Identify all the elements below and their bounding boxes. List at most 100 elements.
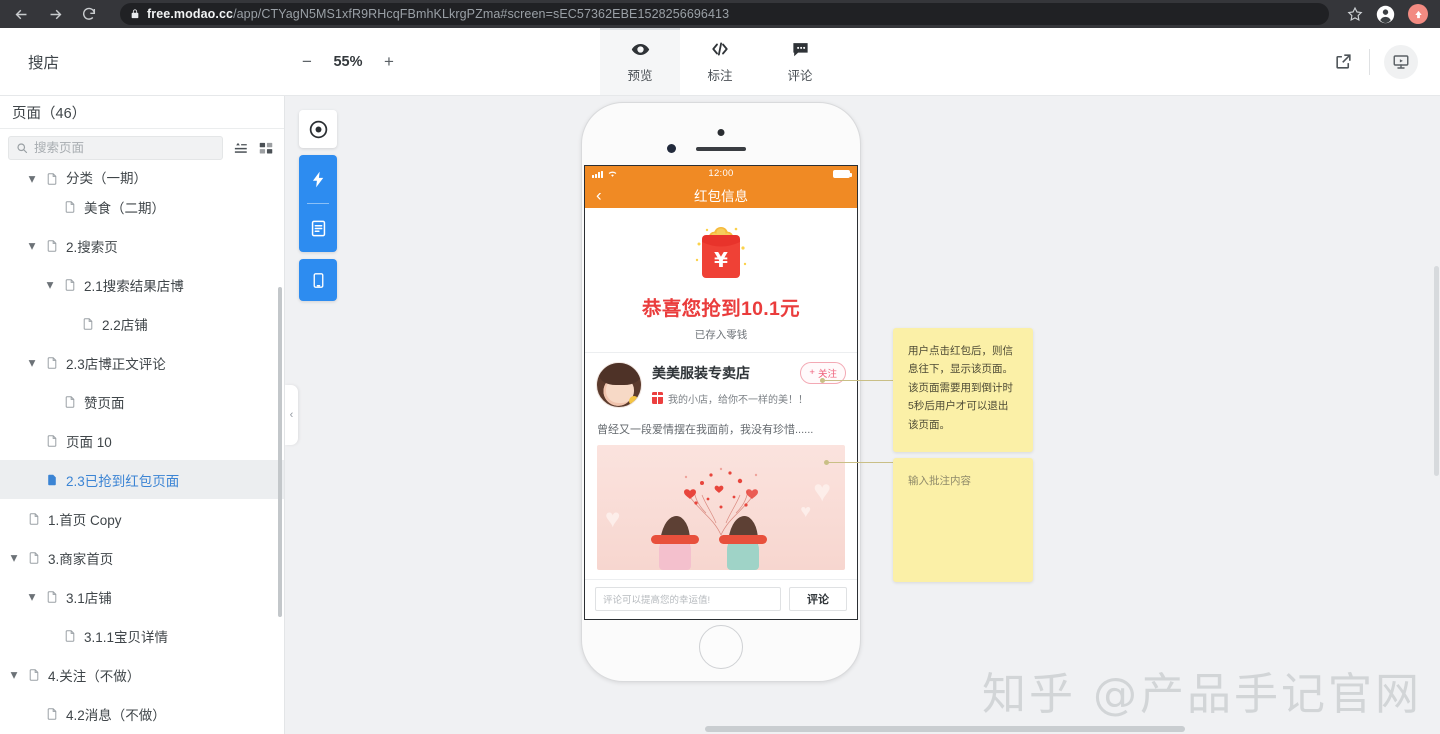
tab-comment[interactable]: 评论 [760, 28, 840, 95]
tree-item[interactable]: ▾2.2店铺 [0, 304, 284, 343]
tree-item[interactable]: ▾ 3.1店铺 [0, 577, 284, 616]
tab-preview[interactable]: 预览 [600, 28, 680, 95]
code-icon [710, 40, 730, 59]
caret-expanded-icon[interactable]: ▾ [26, 238, 38, 254]
zoom-out-button[interactable]: − [299, 52, 315, 72]
hotspot-target-tool[interactable] [299, 110, 337, 148]
device-frame-tool[interactable] [299, 259, 337, 301]
figure-right [719, 516, 767, 570]
canvas-horizontal-scrollbar[interactable] [705, 726, 1185, 732]
prototype-canvas: ‹ 12:00 ‹ 红包信息 ¥ 恭喜您抢到10.1元 已存入零钱 美美服装专卖… [285, 96, 1440, 734]
doc-icon [63, 394, 77, 410]
caret-expanded-icon[interactable]: ▾ [44, 277, 56, 293]
caret-expanded-icon[interactable]: ▾ [8, 550, 20, 566]
app-navbar: ‹ 红包信息 [585, 181, 857, 208]
status-time: 12:00 [708, 168, 734, 180]
external-link-icon[interactable] [1318, 52, 1369, 71]
comment-submit-button[interactable]: 评论 [789, 587, 847, 611]
interaction-note-tools [299, 155, 337, 252]
doc-icon [45, 706, 59, 722]
annotation-tool[interactable] [299, 204, 337, 252]
tree-item[interactable]: ▾页面 10 [0, 421, 284, 460]
tree-item[interactable]: ▾ 2.1搜索结果店博 [0, 265, 284, 304]
reload-button[interactable] [78, 3, 100, 25]
gift-icon [652, 392, 663, 405]
app-screen: 12:00 ‹ 红包信息 ¥ 恭喜您抢到10.1元 已存入零钱 美美服装专卖店 … [584, 165, 858, 620]
sidebar-scrollbar[interactable] [278, 287, 282, 617]
tree-item-label: 美食（二期） [84, 200, 165, 216]
tree-item[interactable]: ▾美食（二期） [0, 187, 284, 226]
doc-icon [45, 589, 59, 605]
caret-expanded-icon[interactable]: ▾ [26, 355, 38, 371]
grid-view-icon[interactable] [258, 141, 274, 156]
app-back-icon[interactable]: ‹ [596, 186, 602, 203]
post-text: 曾经又一段爱情摆在我面前，我没有珍惜...... [597, 423, 814, 436]
search-input-wrapper[interactable] [8, 136, 223, 160]
extension-badge-icon[interactable] [1408, 4, 1428, 24]
tree-item[interactable]: ▾ 3.商家首页 [0, 538, 284, 577]
annotation-note-2[interactable]: 输入批注内容 [893, 458, 1033, 582]
pages-sidebar: 页面（46） ▾分类（一期）▾美食（二期）▾2.搜索页▾2.1搜索结果店博▾2.… [0, 96, 285, 734]
note-connector-1 [820, 378, 893, 383]
tree-item-label: 4.2消息（不做） [66, 707, 166, 723]
tree-item[interactable]: ▾4.2消息（不做） [0, 694, 284, 733]
doc-icon [81, 316, 95, 332]
interaction-tool[interactable] [299, 155, 337, 203]
doc-icon [63, 277, 77, 293]
battery-icon [833, 169, 852, 178]
back-button[interactable] [10, 3, 32, 25]
sidebar-collapse-handle[interactable]: ‹ [285, 385, 298, 445]
address-bar[interactable]: free.modao.cc/app/CTYagN5MS1xfR9RHcqFBmh… [120, 3, 1329, 25]
post-image[interactable]: ♥ ♥ ♥ [597, 444, 845, 570]
tree-item[interactable]: ▾ 4.关注（不做） [0, 655, 284, 694]
tree-item[interactable]: ▾2.3已抢到红包页面 [0, 460, 284, 499]
caret-expanded-icon[interactable]: ▾ [26, 171, 38, 187]
tree-item[interactable]: ▾1.首页 Copy [0, 499, 284, 538]
svg-text:¥: ¥ [714, 248, 728, 272]
caret-expanded-icon[interactable]: ▾ [8, 667, 20, 683]
tree-item[interactable]: ▾ 2.搜索页 [0, 226, 284, 265]
tree-item-label: 2.3店博正文评论 [66, 356, 166, 372]
heart-decoration: ♥ [800, 501, 811, 521]
canvas-vertical-scrollbar[interactable] [1434, 266, 1439, 476]
tree-item[interactable]: ▾3.1.1宝贝详情 [0, 616, 284, 655]
star-icon[interactable] [1347, 6, 1363, 22]
tree-item[interactable]: ▾ 分类（一期） [0, 167, 284, 187]
avatar-badge [629, 395, 639, 406]
tree-item-label: 2.1搜索结果店博 [84, 278, 184, 294]
forward-button[interactable] [44, 3, 66, 25]
tab-annotation[interactable]: 标注 [680, 28, 760, 95]
url-text: free.modao.cc/app/CTYagN5MS1xfR9RHcqFBmh… [147, 7, 729, 21]
comment-input[interactable]: 评论可以提高您的幸运值! [595, 587, 781, 611]
red-packet-icon: ¥ [695, 222, 747, 282]
tree-item-label: 3.商家首页 [48, 551, 114, 567]
caret-expanded-icon[interactable]: ▾ [26, 589, 38, 605]
header-divider [1369, 48, 1370, 75]
shop-header: 美美服装专卖店 + 关注 我的小店，给你不一样的美！！ [585, 353, 857, 412]
comment-icon [791, 40, 810, 59]
zoom-level-value: 55% [333, 53, 363, 70]
avatar[interactable] [596, 361, 642, 408]
doc-icon [27, 667, 41, 683]
main-layout: 页面（46） ▾分类（一期）▾美食（二期）▾2.搜索页▾2.1搜索结果店博▾2.… [0, 96, 1440, 734]
shop-slogan: 我的小店，给你不一样的美！！ [668, 394, 808, 406]
phone-icon [313, 272, 323, 288]
figure-scarf [719, 535, 767, 544]
tab-preview-label: 预览 [627, 68, 653, 83]
url-host: free.modao.cc [147, 7, 234, 21]
presentation-icon[interactable] [1384, 44, 1418, 79]
search-input[interactable] [34, 141, 215, 155]
tree-item[interactable]: ▾赞页面 [0, 382, 284, 421]
page-title: 搜店 [28, 54, 60, 72]
sort-icon[interactable] [232, 141, 249, 156]
signal-bars-icon [592, 170, 603, 179]
phone-home-button[interactable] [699, 625, 743, 669]
annotation-note-1[interactable]: 用户点击红包后，则信息往下，显示该页面。该页面需要用到倒计时5秒后用户才可以退出… [893, 328, 1033, 452]
phone-camera [717, 129, 725, 136]
tree-item[interactable]: ▾ 2.3店博正文评论 [0, 343, 284, 382]
eye-icon [631, 40, 650, 59]
profile-avatar-icon[interactable] [1376, 5, 1395, 24]
status-left [592, 169, 618, 179]
zoom-in-button[interactable]: + [381, 52, 397, 72]
figure-left [651, 516, 699, 570]
